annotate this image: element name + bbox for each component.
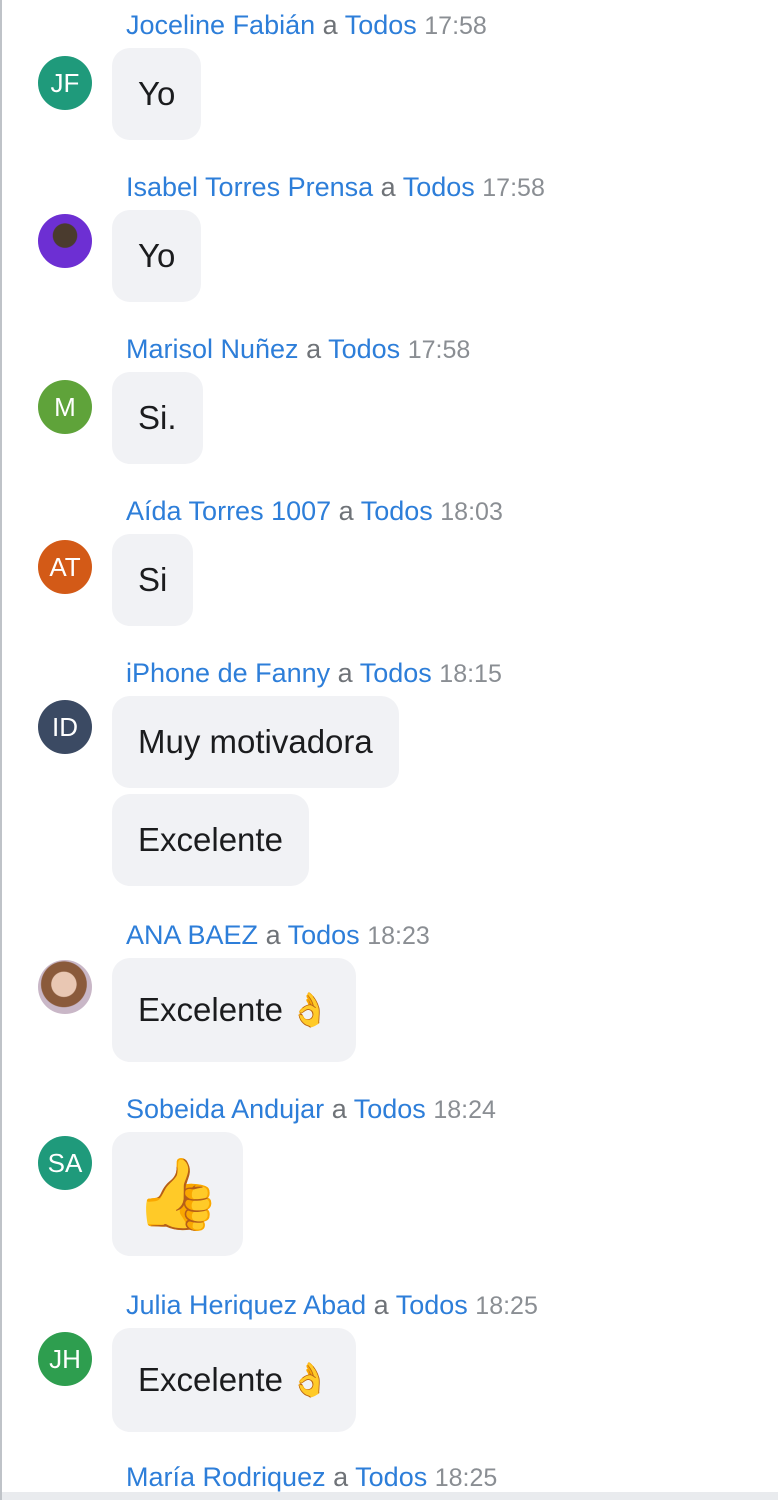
message-header: Joceline Fabián a Todos 17:58 bbox=[126, 8, 487, 43]
avatar-initials: M bbox=[54, 392, 76, 422]
timestamp: 18:24 bbox=[433, 1096, 496, 1124]
recipient-name[interactable]: Todos bbox=[345, 10, 417, 40]
message-text: Excelente bbox=[138, 991, 283, 1028]
avatar-photo bbox=[38, 960, 92, 1014]
message-bubble[interactable]: 👍 bbox=[112, 1132, 244, 1256]
timestamp: 18:23 bbox=[367, 922, 430, 950]
message-text: Muy motivadora bbox=[138, 723, 373, 760]
recipient-name[interactable]: Todos bbox=[354, 1094, 426, 1124]
connector-text: a bbox=[306, 334, 322, 364]
timestamp: 18:03 bbox=[440, 498, 503, 526]
connector-text: a bbox=[333, 1462, 349, 1492]
sender-name[interactable]: Isabel Torres Prensa bbox=[126, 172, 373, 202]
recipient-name[interactable]: Todos bbox=[355, 1462, 427, 1492]
message-text: Excelente bbox=[138, 1361, 283, 1398]
recipient-name[interactable]: Todos bbox=[328, 334, 400, 364]
message-bubble[interactable]: Si. bbox=[112, 372, 203, 464]
recipient-name[interactable]: Todos bbox=[403, 172, 475, 202]
connector-text: a bbox=[322, 10, 338, 40]
message-header: Marisol Nuñez a Todos 17:58 bbox=[126, 332, 470, 367]
sender-name[interactable]: Marisol Nuñez bbox=[126, 334, 299, 364]
timestamp: 17:58 bbox=[424, 12, 487, 40]
message-text: Excelente bbox=[138, 821, 283, 858]
message-bubble[interactable]: Muy motivadora bbox=[112, 696, 399, 788]
message-bubble[interactable]: Excelente 👌 bbox=[112, 1328, 357, 1432]
message-bubble[interactable]: Si bbox=[112, 534, 194, 626]
recipient-name[interactable]: Todos bbox=[288, 920, 360, 950]
timestamp: 18:15 bbox=[439, 660, 502, 688]
sender-name[interactable]: iPhone de Fanny bbox=[126, 658, 330, 688]
message-text: Yo bbox=[138, 237, 176, 274]
recipient-name[interactable]: Todos bbox=[360, 658, 432, 688]
ok-hand-emoji: 👌 bbox=[288, 1360, 331, 1399]
message-text: Yo bbox=[138, 75, 176, 112]
sender-name[interactable]: Julia Heriquez Abad bbox=[126, 1290, 366, 1320]
sender-name[interactable]: Aída Torres 1007 bbox=[126, 496, 331, 526]
timestamp: 18:25 bbox=[475, 1292, 538, 1320]
message-header: Isabel Torres Prensa a Todos 17:58 bbox=[126, 170, 545, 205]
message-bubble[interactable]: Yo bbox=[112, 210, 202, 302]
message-bubble[interactable]: Excelente 👌 bbox=[112, 958, 357, 1062]
avatar-initials: ID bbox=[52, 712, 78, 742]
avatar: SA bbox=[38, 1136, 92, 1190]
chat-panel: Joceline Fabián a Todos 17:58 JF Yo Isab… bbox=[0, 0, 778, 1500]
timestamp: 18:25 bbox=[434, 1464, 498, 1492]
avatar: ID bbox=[38, 700, 92, 754]
avatar: JF bbox=[38, 56, 92, 110]
avatar-initials: SA bbox=[47, 1148, 83, 1178]
message-header: iPhone de Fanny a Todos 18:15 bbox=[126, 656, 502, 691]
sender-name[interactable]: Joceline Fabián bbox=[126, 10, 315, 40]
sender-name[interactable]: ANA BAEZ bbox=[126, 920, 258, 950]
avatar: JH bbox=[38, 1332, 92, 1386]
timestamp: 17:58 bbox=[482, 174, 545, 202]
panel-bottom-edge bbox=[2, 1492, 778, 1500]
message-header: Sobeida Andujar a Todos 18:24 bbox=[126, 1092, 496, 1127]
connector-text: a bbox=[338, 496, 354, 526]
recipient-name[interactable]: Todos bbox=[396, 1290, 468, 1320]
message-text: Si. bbox=[138, 399, 177, 436]
connector-text: a bbox=[337, 658, 353, 688]
avatar: AT bbox=[38, 540, 92, 594]
thumbs-up-emoji: 👍 bbox=[134, 1152, 222, 1235]
message-bubble[interactable]: Yo bbox=[112, 48, 202, 140]
ok-hand-emoji: 👌 bbox=[288, 990, 331, 1029]
connector-text: a bbox=[373, 1290, 389, 1320]
timestamp: 17:58 bbox=[407, 336, 471, 364]
recipient-name[interactable]: Todos bbox=[361, 496, 433, 526]
avatar-initials: JF bbox=[50, 68, 80, 98]
avatar-initials: JH bbox=[49, 1344, 81, 1374]
message-header: ANA BAEZ a Todos 18:23 bbox=[126, 918, 430, 953]
sender-name[interactable]: María Rodriquez bbox=[126, 1462, 326, 1492]
message-header: Julia Heriquez Abad a Todos 18:25 bbox=[126, 1288, 538, 1323]
avatar-photo bbox=[38, 214, 92, 268]
connector-text: a bbox=[331, 1094, 347, 1124]
message-header: Aída Torres 1007 a Todos 18:03 bbox=[126, 494, 503, 529]
message-text: Si bbox=[138, 561, 168, 598]
connector-text: a bbox=[380, 172, 396, 202]
message-bubble[interactable]: Excelente bbox=[112, 794, 309, 886]
avatar: M bbox=[38, 380, 92, 434]
sender-name[interactable]: Sobeida Andujar bbox=[126, 1094, 324, 1124]
connector-text: a bbox=[265, 920, 281, 950]
message-header: María Rodriquez a Todos 18:25 bbox=[126, 1460, 497, 1495]
avatar-initials: AT bbox=[49, 552, 81, 582]
